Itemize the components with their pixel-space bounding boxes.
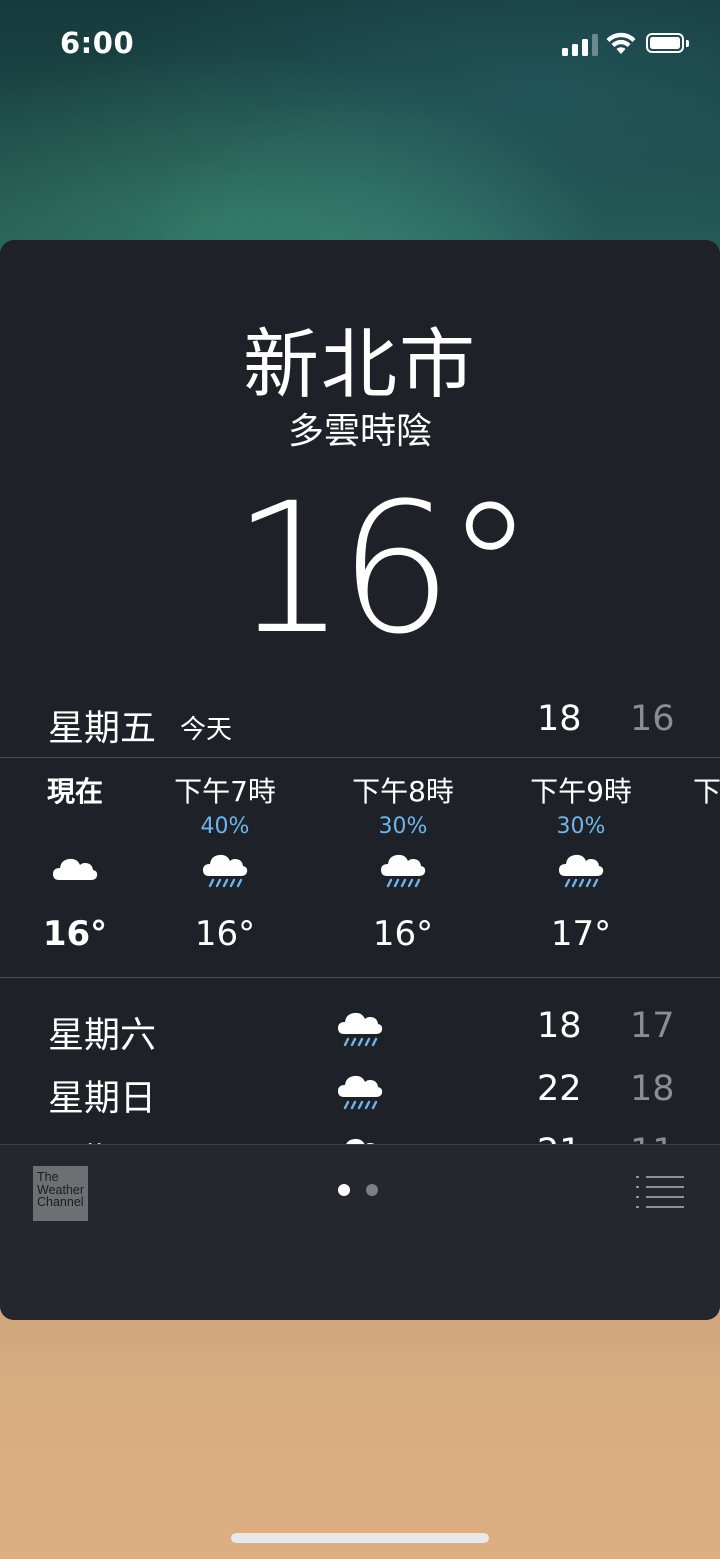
daily-high: 21 <box>537 1132 582 1144</box>
hourly-item: 下午8時 30% 16° <box>323 758 483 978</box>
current-temperature: 16° <box>232 465 535 674</box>
daily-day: 星期日 <box>48 1078 157 1119</box>
daily-high: 22 <box>537 1069 582 1109</box>
today-label: 今天 <box>180 715 233 745</box>
today-summary: 星期五 今天 18 16 <box>0 695 720 755</box>
precip-chance: 40% <box>200 814 250 839</box>
wifi-icon <box>606 32 636 54</box>
daily-high: 18 <box>537 1006 582 1046</box>
weather-widget[interactable]: 新北市 多雲時陰 16° 星期五 今天 18 16 現在 16° 下午7時 40… <box>0 240 720 1320</box>
daily-low: 17 <box>630 1006 675 1046</box>
today-low: 16 <box>630 699 675 739</box>
daily-low: 18 <box>630 1069 675 1109</box>
hourly-item: 下午10時 <box>693 758 720 978</box>
divider <box>0 1144 720 1145</box>
daily-forecast[interactable]: 星期六 18 17 星期日 22 18 星期一 21 11 <box>0 982 720 1144</box>
hourly-item: 下午9時 30% 17° <box>501 758 661 978</box>
hourly-item: 現在 16° <box>0 758 155 978</box>
rain-cloud-icon <box>203 854 248 888</box>
rain-cloud-icon <box>338 1075 383 1110</box>
precip-chance: 30% <box>556 814 606 839</box>
hour-temp: 17° <box>550 914 612 954</box>
daily-low: 11 <box>630 1132 675 1144</box>
hour-label: 下午9時 <box>530 775 632 808</box>
weather-channel-logo[interactable]: The Weather Channel <box>33 1166 88 1221</box>
page-dot-active[interactable] <box>338 1184 350 1196</box>
rain-cloud-icon <box>381 854 426 888</box>
page-indicator[interactable] <box>338 1184 388 1198</box>
home-indicator[interactable] <box>231 1533 489 1543</box>
rain-cloud-icon <box>338 1012 383 1047</box>
city-name: 新北市 <box>243 320 477 409</box>
cloud-icon <box>53 858 98 880</box>
battery-icon <box>646 33 690 55</box>
divider <box>0 977 720 978</box>
page-dot[interactable] <box>366 1184 378 1196</box>
daily-day: 星期一 <box>48 1132 156 1144</box>
partly-cloudy-icon <box>346 1138 375 1144</box>
hour-label: 下午7時 <box>174 775 276 808</box>
daily-row: 星期一 21 11 <box>0 1124 720 1144</box>
logo-text: The <box>37 1170 59 1184</box>
hour-temp: 16° <box>372 914 434 954</box>
cellular-signal-icon <box>562 34 598 56</box>
weather-condition: 多雲時陰 <box>287 411 432 452</box>
daily-day: 星期六 <box>48 1015 157 1056</box>
hourly-item: 下午7時 40% 16° <box>145 758 305 978</box>
daily-row: 星期六 18 17 <box>0 998 720 1058</box>
widget-footer: The Weather Channel <box>0 1144 720 1320</box>
hour-temp: 16° <box>194 914 256 954</box>
hourly-forecast[interactable]: 現在 16° 下午7時 40% 16° 下午8時 30% 16° 下午9時 30… <box>0 758 720 978</box>
logo-text: Channel <box>37 1195 84 1209</box>
daily-row: 星期日 22 18 <box>0 1061 720 1121</box>
today-day: 星期五 <box>48 708 157 749</box>
hour-label: 下午8時 <box>352 775 454 808</box>
status-time: 6:00 <box>60 26 135 60</box>
hour-label: 下午10時 <box>693 775 720 808</box>
rain-cloud-icon <box>559 854 604 888</box>
hour-label: 現在 <box>46 775 103 808</box>
list-icon[interactable] <box>636 1176 686 1208</box>
hour-temp: 16° <box>42 914 108 954</box>
precip-chance: 30% <box>378 814 428 839</box>
today-high: 18 <box>537 699 582 739</box>
status-bar: 6:00 <box>0 0 720 90</box>
